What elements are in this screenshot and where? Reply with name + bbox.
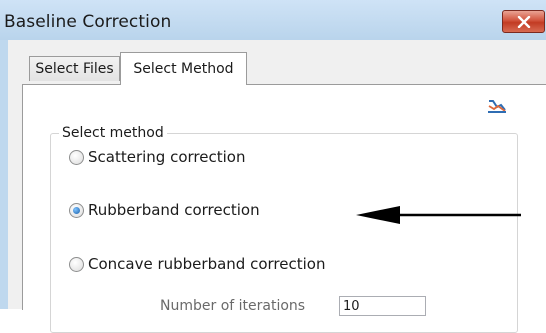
tab-select-files[interactable]: Select Files — [29, 56, 120, 81]
close-button[interactable] — [502, 10, 545, 33]
tab-label: Select Files — [35, 61, 114, 77]
spectrum-chart-icon[interactable] — [488, 97, 506, 113]
left-arrow-icon — [356, 206, 521, 224]
iterations-input[interactable] — [339, 296, 426, 316]
group-legend: Select method — [59, 125, 167, 141]
option-label: Concave rubberband correction — [88, 255, 326, 273]
window-title: Baseline Correction — [4, 12, 172, 32]
radio-button[interactable] — [69, 256, 84, 272]
dialog-window: Baseline Correction Select Files Select … — [0, 0, 546, 333]
concave-rubberband-correction-option[interactable]: Concave rubberband correction — [69, 255, 325, 273]
dialog-content: Select Files Select Method Select method… — [8, 40, 546, 333]
tab-label: Select Method — [133, 61, 234, 77]
tab-select-method[interactable]: Select Method — [120, 52, 247, 85]
title-bar: Baseline Correction — [0, 0, 546, 40]
option-label: Scattering correction — [88, 148, 246, 166]
rubberband-correction-option[interactable]: Rubberband correction — [69, 201, 260, 219]
iterations-label: Number of iterations — [160, 298, 306, 314]
scattering-correction-option[interactable]: Scattering correction — [69, 148, 245, 166]
radio-button[interactable] — [69, 149, 84, 165]
radio-button[interactable] — [69, 202, 84, 218]
close-x-icon — [517, 15, 530, 28]
option-label: Rubberband correction — [88, 201, 260, 219]
select-method-panel: Select method Scattering correction Rubb… — [22, 84, 546, 333]
